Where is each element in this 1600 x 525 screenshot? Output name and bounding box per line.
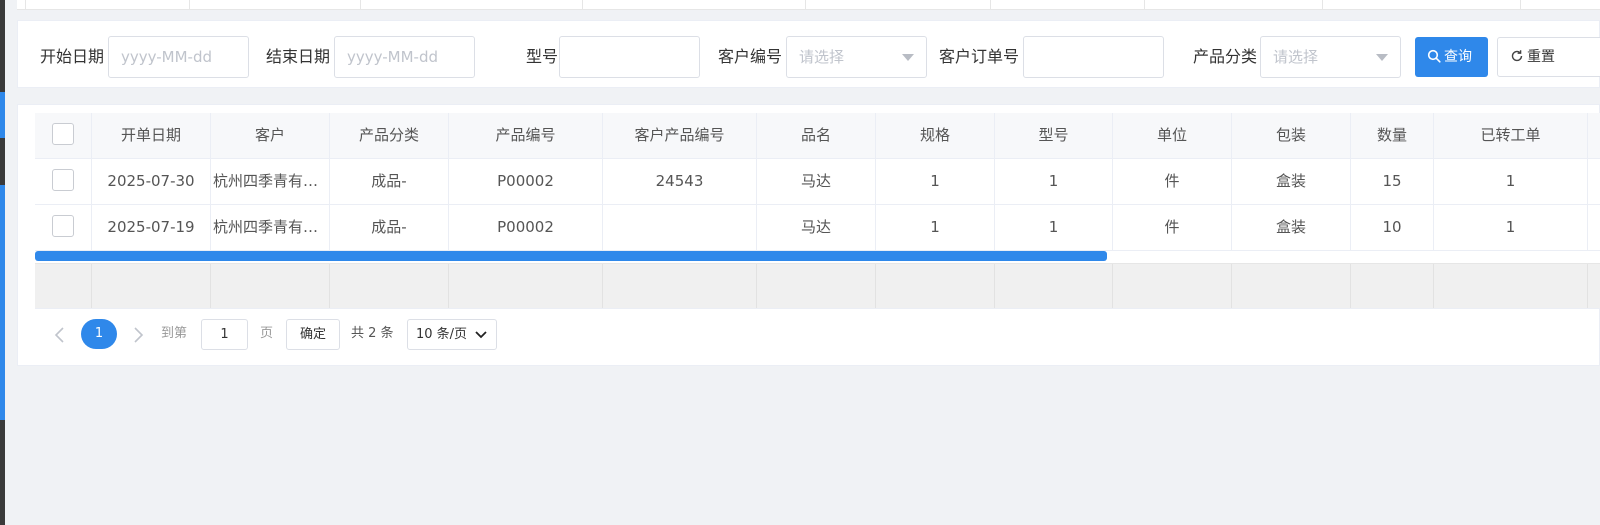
reset-button-label: 重置 <box>1527 49 1555 65</box>
goto-label: 到第 <box>161 326 188 341</box>
customer-code-select[interactable]: 请选择 <box>786 36 927 78</box>
column-header[interactable]: 包装 <box>1232 113 1351 158</box>
horizontal-scrollbar-thumb[interactable] <box>35 251 1107 261</box>
table-cell: 件 <box>1113 205 1232 250</box>
table-cell: 成品- <box>330 159 449 204</box>
select-all-cell <box>35 113 92 158</box>
table-cell <box>603 205 757 250</box>
table-cell: 2025-07-30 <box>92 159 211 204</box>
top-strip <box>17 0 1600 10</box>
table-cell: 1 <box>876 159 995 204</box>
table-cell: 15 <box>1351 159 1434 204</box>
page-unit-label: 页 <box>260 326 274 341</box>
column-header[interactable]: 产品分类 <box>330 113 449 158</box>
column-header[interactable]: 品名 <box>757 113 876 158</box>
search-form: 开始日期 yyyy-MM-dd 结束日期 yyyy-MM-dd 型号 客户编号 … <box>17 20 1600 88</box>
search-button[interactable]: 查询 <box>1415 37 1488 77</box>
table-cell: 马达 <box>757 159 876 204</box>
table-cell: P00002 <box>449 205 603 250</box>
end-date-label: 结束日期 <box>266 47 331 66</box>
row-select-cell <box>35 205 92 250</box>
table-cell: 10 <box>1351 205 1434 250</box>
next-page-icon[interactable] <box>128 324 148 346</box>
search-icon <box>1427 49 1441 63</box>
left-rail-active-marker <box>0 92 5 138</box>
total-count: 共 2 条 <box>351 326 394 341</box>
search-button-label: 查询 <box>1444 49 1472 65</box>
table-cell: 马达 <box>757 205 876 250</box>
confirm-goto-button[interactable]: 确定 <box>286 319 340 350</box>
page-size-select[interactable]: 10 条/页 <box>407 319 497 350</box>
column-header[interactable]: 产品编号 <box>449 113 603 158</box>
table-cell: 1 <box>876 205 995 250</box>
end-date-input[interactable]: yyyy-MM-dd <box>334 36 475 78</box>
column-header[interactable]: 开单日期 <box>92 113 211 158</box>
left-rail <box>0 0 5 525</box>
row-checkbox[interactable] <box>52 215 74 237</box>
table-cell: P00002 <box>449 159 603 204</box>
table-cell: 盒装 <box>1232 205 1351 250</box>
table-cell: 2025-07-19 <box>92 205 211 250</box>
column-header[interactable]: 规格 <box>876 113 995 158</box>
column-header[interactable]: 客户 <box>211 113 330 158</box>
table-footer-row <box>35 263 1600 309</box>
table-cell: 杭州四季青有限公司 <box>211 205 330 250</box>
row-select-cell <box>35 159 92 204</box>
customer-code-label: 客户编号 <box>718 47 783 66</box>
customer-order-no-label: 客户订单号 <box>939 47 1020 66</box>
chevron-down-icon <box>902 54 914 61</box>
page-size-value: 10 条/页 <box>416 327 468 342</box>
goto-page-input[interactable]: 1 <box>201 319 248 350</box>
chevron-down-icon <box>475 331 487 339</box>
table-panel: 开单日期 客户 产品分类 产品编号 客户产品编号 品名 规格 型号 单位 包装 … <box>17 104 1600 366</box>
table-cell: 杭州四季青有限公司 <box>211 159 330 204</box>
prev-page-icon[interactable] <box>50 324 70 346</box>
customer-order-no-input[interactable] <box>1023 36 1164 78</box>
table-cell: 1 <box>995 205 1113 250</box>
product-category-select[interactable]: 请选择 <box>1260 36 1401 78</box>
row-checkbox[interactable] <box>52 169 74 191</box>
product-category-placeholder: 请选择 <box>1273 48 1319 66</box>
column-header[interactable]: 型号 <box>995 113 1113 158</box>
start-date-label: 开始日期 <box>40 47 105 66</box>
column-header[interactable]: 客户产品编号 <box>603 113 757 158</box>
table-cell: 成品- <box>330 205 449 250</box>
column-header[interactable]: 数量 <box>1351 113 1434 158</box>
customer-code-placeholder: 请选择 <box>799 48 845 66</box>
table-cell: 1 <box>1434 205 1588 250</box>
table-cell: 1 <box>1434 159 1588 204</box>
model-input[interactable] <box>559 36 700 78</box>
refresh-icon <box>1511 50 1523 62</box>
table-row[interactable]: 2025-07-19 杭州四季青有限公司 成品- P00002 马达 1 1 件… <box>35 205 1600 251</box>
table-cell: 盒装 <box>1232 159 1351 204</box>
table-row[interactable]: 2025-07-30 杭州四季青有限公司 成品- P00002 24543 马达… <box>35 159 1600 205</box>
start-date-input[interactable]: yyyy-MM-dd <box>108 36 249 78</box>
page-number-current[interactable]: 1 <box>81 319 117 349</box>
column-header[interactable]: 单位 <box>1113 113 1232 158</box>
pagination: 1 到第 1 页 确定 共 2 条 10 条/页 <box>48 319 648 351</box>
horizontal-scrollbar-track <box>1124 251 1600 263</box>
column-header[interactable]: 已转工单 <box>1434 113 1588 158</box>
select-all-checkbox[interactable] <box>52 123 74 145</box>
left-rail-scroll-marker <box>0 185 5 420</box>
table-cell: 件 <box>1113 159 1232 204</box>
table-cell: 24543 <box>603 159 757 204</box>
reset-button[interactable]: 重置 <box>1497 37 1600 77</box>
model-label: 型号 <box>526 47 559 66</box>
product-category-label: 产品分类 <box>1193 47 1258 66</box>
table-header-row: 开单日期 客户 产品分类 产品编号 客户产品编号 品名 规格 型号 单位 包装 … <box>35 113 1600 159</box>
chevron-down-icon <box>1376 54 1388 61</box>
table-cell: 1 <box>995 159 1113 204</box>
